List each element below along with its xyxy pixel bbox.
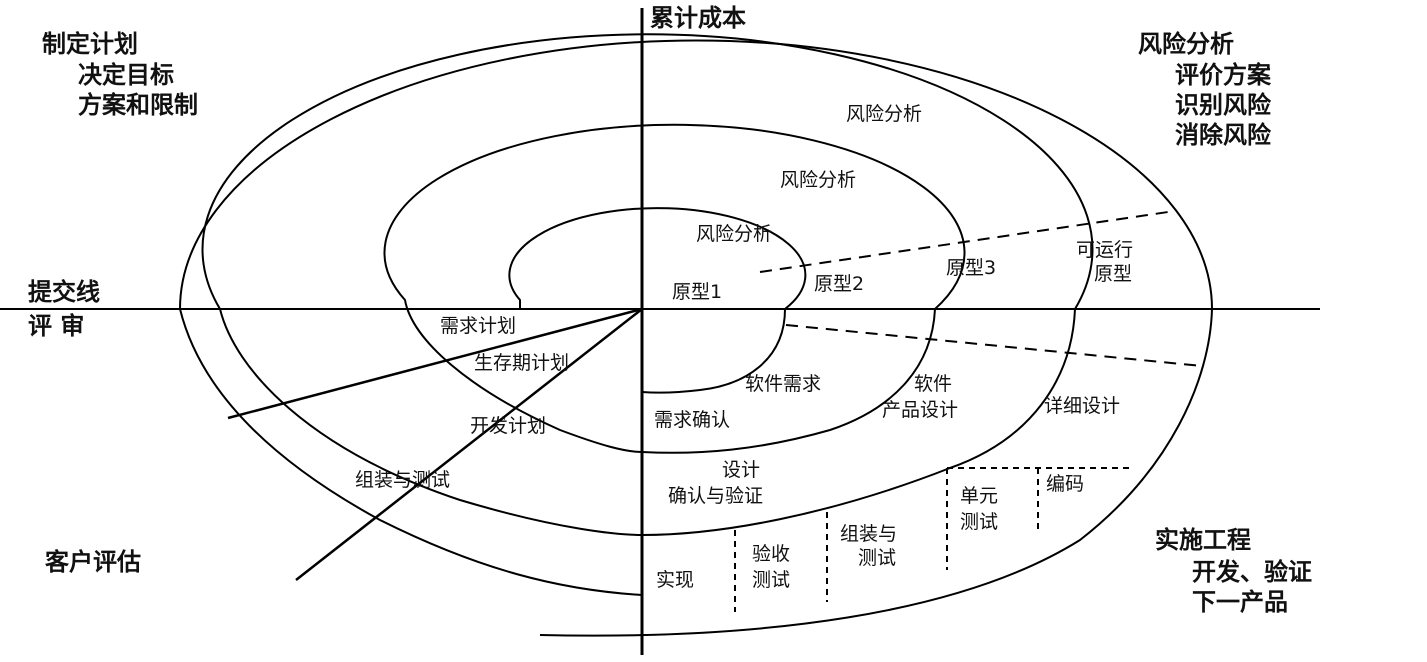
review-label: 评 审	[28, 312, 84, 340]
spiral-ring-3	[201, 33, 1094, 536]
detailed-design: 详细设计	[1044, 395, 1120, 417]
prototype-dashed-lower	[785, 324, 1203, 367]
risk-title: 风险分析	[1138, 30, 1234, 58]
requirements-plan: 需求计划	[440, 315, 516, 337]
spiral-model-diagram: 累计成本 提交线 评 审 制定计划 决定目标 方案和限制 风险分析 评价方案 识…	[0, 4, 1320, 655]
coding-step: 编码	[1046, 473, 1084, 495]
planning-title: 制定计划	[42, 30, 138, 58]
prototype-runnable: 可运行	[1076, 239, 1133, 261]
radial-line-1	[227, 307, 643, 420]
risk-item-3: 消除风险	[1175, 121, 1272, 149]
prototype-3: 原型3	[946, 257, 996, 279]
risk-label-inner: 风险分析	[696, 223, 772, 245]
risk-label-middle: 风险分析	[780, 169, 856, 191]
radial-line-2	[295, 308, 643, 581]
lifecycle-plan: 生存期计划	[474, 352, 569, 374]
spiral-ring-outer	[179, 39, 1213, 310]
assembly-test-plan: 组装与测试	[355, 469, 450, 491]
unit-step: 单元	[960, 485, 998, 507]
acceptance-step: 验收	[752, 543, 790, 565]
planning-item-2: 方案和限制	[78, 91, 198, 119]
risk-item-1: 评价方案	[1175, 61, 1272, 89]
acceptance-test-step: 测试	[752, 569, 790, 591]
prototype-2: 原型2	[814, 273, 864, 295]
engineering-item-1: 开发、验证	[1192, 558, 1312, 586]
prototype-1: 原型1	[672, 281, 722, 303]
assembly-test-step: 测试	[858, 547, 896, 569]
prototype-runnable-2: 原型	[1094, 263, 1132, 285]
product-design: 产品设计	[882, 399, 958, 421]
risk-label-outer: 风险分析	[846, 103, 922, 125]
requirements-confirm: 需求确认	[654, 409, 730, 431]
engineering-title: 实施工程	[1155, 526, 1251, 554]
unit-test-step: 测试	[960, 511, 998, 533]
cumulative-cost-label: 累计成本	[650, 4, 746, 32]
assembly-step: 组装与	[840, 523, 897, 545]
submit-line-label: 提交线	[28, 278, 100, 306]
software-label: 软件	[914, 373, 952, 395]
confirm-verify: 确认与验证	[668, 485, 763, 507]
implement-step: 实现	[656, 569, 694, 591]
software-requirements: 软件需求	[745, 373, 821, 395]
customer-title: 客户评估	[45, 548, 141, 576]
development-plan: 开发计划	[470, 415, 546, 437]
spiral-ring-outer-bottom	[179, 308, 643, 596]
engineering-item-2: 下一产品	[1192, 588, 1288, 616]
planning-item-1: 决定目标	[78, 61, 174, 89]
design-label: 设计	[722, 459, 760, 481]
risk-item-2: 识别风险	[1175, 91, 1272, 119]
